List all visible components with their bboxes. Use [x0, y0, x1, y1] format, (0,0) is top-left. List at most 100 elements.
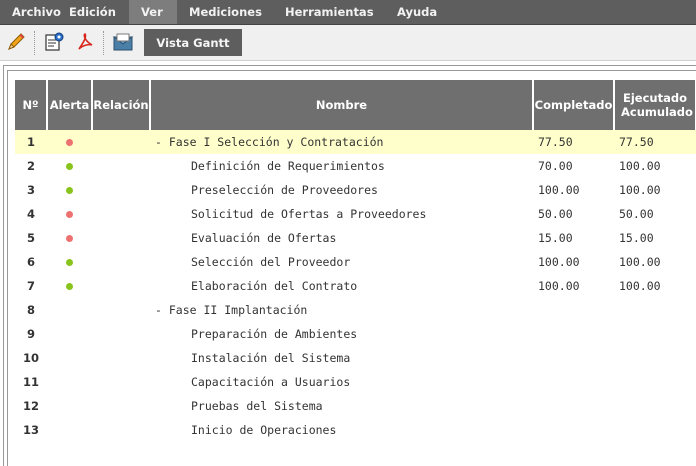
menu-archivo[interactable]: Archivo [0, 0, 61, 24]
row-number: 1 [15, 130, 47, 154]
row-completado [533, 418, 614, 442]
row-relacion [92, 418, 150, 442]
row-alert [47, 394, 92, 418]
row-number: 5 [26, 231, 35, 245]
row-relacion [92, 274, 150, 298]
pencil-icon[interactable] [5, 31, 27, 53]
task-name[interactable]: Selección del Proveedor [150, 250, 533, 274]
alert-green-dot-icon [66, 259, 73, 266]
row-ejecutado [614, 298, 696, 322]
header-ejecutado[interactable]: Ejecutado Acumulado [614, 80, 696, 130]
row-completado: 15.00 [538, 231, 573, 245]
row-number: 4 [26, 207, 35, 221]
row-ejecutado: 100.00 [619, 279, 661, 293]
header-alerta[interactable]: Alerta [47, 80, 93, 130]
row-relacion [92, 250, 150, 274]
task-name[interactable]: Instalación del Sistema [150, 346, 533, 370]
table-row[interactable]: 8 - Fase II Implantación [15, 298, 696, 322]
row-number: 9 [26, 327, 35, 341]
task-name[interactable]: Evaluación de Ofertas [150, 226, 533, 250]
task-name[interactable]: Inicio de Operaciones [150, 418, 533, 442]
row-completado [533, 298, 614, 322]
row-alert [47, 154, 92, 178]
table-row[interactable]: 11 Capacitación a Usuarios [15, 370, 696, 394]
row-alert [47, 178, 92, 202]
row-ejecutado: 77.50 [614, 130, 696, 154]
row-ejecutado: 100.00 [619, 255, 661, 269]
mail-icon[interactable] [112, 31, 134, 53]
menu-edicion[interactable]: Edición [57, 0, 129, 24]
row-completado [533, 322, 614, 346]
task-name[interactable]: Solicitud de Ofertas a Proveedores [150, 202, 533, 226]
row-alert [47, 298, 92, 322]
header-num[interactable]: Nº [15, 80, 48, 130]
row-alert [47, 274, 92, 298]
row-ejecutado: 100.00 [619, 159, 661, 173]
document-gear-icon[interactable] [43, 31, 65, 53]
table-header-row: Nº Alerta Relación Nombre Completado Eje… [15, 80, 696, 130]
row-completado [533, 370, 614, 394]
row-completado: 77.50 [533, 130, 614, 154]
pdf-icon[interactable] [75, 31, 97, 53]
header-relacion[interactable]: Relación [92, 80, 151, 130]
alert-green-dot-icon [66, 187, 73, 194]
table-row[interactable]: 7 Elaboración del Contrato 100.00 100.00 [15, 274, 696, 298]
table-row[interactable]: 3 Preselección de Proveedores 100.00 100.00 [15, 178, 696, 202]
row-number: 6 [26, 255, 35, 269]
row-ejecutado [614, 394, 696, 418]
row-completado [533, 346, 614, 370]
row-number: 13 [22, 423, 39, 437]
row-number: 10 [22, 351, 39, 365]
row-relacion [92, 154, 150, 178]
row-alert [47, 250, 92, 274]
row-relacion [92, 178, 150, 202]
alert-green-dot-icon [66, 163, 73, 170]
menu-mediciones[interactable]: Mediciones [177, 0, 273, 24]
table-row[interactable]: 4 Solicitud de Ofertas a Proveedores 50.00… [15, 202, 696, 226]
row-completado: 100.00 [538, 279, 580, 293]
toolbar-separator [34, 31, 36, 55]
menu-ver[interactable]: Ver [129, 0, 177, 24]
row-number: 7 [26, 279, 35, 293]
gantt-view-button[interactable]: Vista Gantt [144, 29, 242, 56]
row-relacion [92, 370, 150, 394]
row-completado: 100.00 [538, 255, 580, 269]
phase-name[interactable]: - Fase II Implantación [150, 298, 533, 322]
row-number: 8 [26, 303, 35, 317]
task-name[interactable]: Elaboración del Contrato [150, 274, 533, 298]
menu-herramientas[interactable]: Herramientas [273, 0, 385, 24]
tasks-table: Nº Alerta Relación Nombre Completado Eje… [15, 80, 696, 442]
alert-red-dot-icon [66, 235, 73, 242]
row-ejecutado: 15.00 [619, 231, 654, 245]
row-ejecutado [614, 322, 696, 346]
row-alert [47, 322, 92, 346]
task-name[interactable]: Pruebas del Sistema [150, 394, 533, 418]
phase-name[interactable]: - Fase I Selección y Contratación [150, 130, 533, 154]
table-row[interactable]: 13 Inicio de Operaciones [15, 418, 696, 442]
row-number: 11 [22, 375, 39, 389]
table-row[interactable]: 2 Definición de Requerimientos 70.00 100.00 [15, 154, 696, 178]
table-row[interactable]: 1- Fase I Selección y Contratación 77.50 7… [15, 130, 696, 154]
menu-ayuda[interactable]: Ayuda [385, 0, 449, 24]
header-completado[interactable]: Completado [533, 80, 615, 130]
header-nombre[interactable]: Nombre [150, 80, 534, 130]
task-name[interactable]: Preparación de Ambientes [150, 322, 533, 346]
row-alert [47, 130, 92, 154]
row-relacion [92, 130, 150, 154]
row-completado: 70.00 [538, 159, 573, 173]
task-name[interactable]: Preselección de Proveedores [150, 178, 533, 202]
table-row[interactable]: 5 Evaluación de Ofertas 15.00 15.00 [15, 226, 696, 250]
task-name[interactable]: Definición de Requerimientos [150, 154, 533, 178]
table-row[interactable]: 12 Pruebas del Sistema [15, 394, 696, 418]
table-row[interactable]: 10 Instalación del Sistema [15, 346, 696, 370]
row-ejecutado [614, 370, 696, 394]
table-row[interactable]: 9 Preparación de Ambientes [15, 322, 696, 346]
row-alert [47, 226, 92, 250]
task-name[interactable]: Capacitación a Usuarios [150, 370, 533, 394]
row-alert [47, 418, 92, 442]
row-completado: 100.00 [538, 183, 580, 197]
table-row[interactable]: 6 Selección del Proveedor 100.00 100.00 [15, 250, 696, 274]
row-ejecutado: 100.00 [619, 183, 661, 197]
toolbar-separator [103, 31, 105, 55]
row-alert [47, 370, 92, 394]
